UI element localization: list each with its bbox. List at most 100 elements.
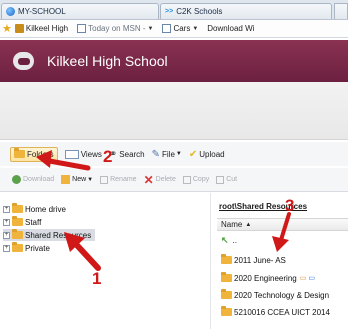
list-item-label: 5210016 CCEA UICT 2014 [234, 307, 330, 317]
tree-item-label: Home drive [25, 204, 66, 214]
upload-label: Upload [199, 149, 225, 159]
new-button[interactable]: New ▼ [61, 175, 93, 184]
favorites-bar: ★ Kilkeel High Today on MSN - ▼ Cars ▼ D… [0, 20, 348, 38]
search-label: Search [119, 149, 145, 159]
expand-icon[interactable]: + [3, 231, 10, 239]
favorites-star-icon[interactable]: ★ [2, 22, 12, 35]
download-label: Download [23, 176, 55, 183]
folders-label: Folders [27, 149, 54, 159]
chevron-down-icon: ▼ [175, 151, 182, 157]
chevron-down-icon: ▼ [192, 25, 199, 32]
browser-tab-bar: MY-SCHOOL >> C2K Schools [0, 0, 348, 20]
favorite-label: Kilkeel High [25, 24, 69, 33]
school-logo-icon [13, 52, 34, 70]
search-button[interactable]: ⚭ Search [109, 149, 145, 160]
views-button[interactable]: Views [64, 149, 102, 159]
file-label: File [162, 149, 175, 159]
rename-label: Rename [110, 176, 137, 183]
folders-button[interactable]: Folders [10, 146, 58, 162]
page-title: Kilkeel High School [47, 53, 168, 69]
favorite-kilkeel-high[interactable]: Kilkeel High [14, 24, 69, 33]
rename-icon [100, 175, 109, 184]
delete-icon: ✕ [143, 172, 154, 187]
annotation-number-2: 2 [103, 147, 113, 166]
tab-my-school[interactable]: MY-SCHOOL [1, 3, 159, 19]
list-item[interactable]: 2011 June- AS [221, 254, 286, 266]
chevron-down-icon: ▼ [87, 176, 94, 183]
header-spacer [0, 82, 348, 140]
copy-icon [182, 175, 191, 184]
delete-button[interactable]: ✕ Delete [144, 173, 176, 187]
school-icon [14, 24, 24, 33]
cut-label: Cut [226, 176, 238, 183]
sort-icon: ▲ [245, 221, 252, 228]
folder-icon [221, 254, 232, 264]
delete-label: Delete [155, 176, 176, 183]
school-banner: Kilkeel High School [0, 40, 348, 82]
tree-item-label: Staff [25, 217, 42, 227]
globe-icon [6, 7, 15, 16]
rename-button[interactable]: Rename [100, 175, 137, 184]
folder-icon [12, 242, 23, 252]
expand-icon[interactable]: + [3, 218, 10, 226]
expand-icon[interactable]: + [3, 205, 10, 213]
page-icon [77, 24, 87, 33]
tree-item-label: Private [25, 243, 50, 253]
file-menu-button[interactable]: ✎ File ▼ [152, 149, 182, 160]
copy-label: Copy [192, 176, 210, 183]
upload-icon: ✔ [188, 148, 198, 160]
favorite-label: Today on MSN - [88, 24, 146, 33]
column-header-name[interactable]: Name ▲ [217, 218, 348, 231]
list-item-label: .. [232, 235, 237, 245]
expand-icon[interactable]: + [3, 244, 10, 252]
folder-icon [221, 272, 232, 282]
main-toolbar: Folders Views ⚭ Search ✎ File ▼ ✔ Upload [0, 142, 348, 166]
scissors-icon [216, 175, 225, 184]
tab-c2k-schools[interactable]: >> C2K Schools [160, 3, 332, 19]
views-label: Views [80, 149, 102, 159]
tree-item-home-drive[interactable]: + Home drive [3, 203, 66, 215]
tree-item-shared-resources[interactable]: + Shared Resources [3, 229, 96, 241]
list-item-parent[interactable]: ↖ .. [221, 234, 237, 246]
list-item[interactable]: 5210016 CCEA UICT 2014 [221, 306, 330, 318]
tree-item-staff[interactable]: + Staff [3, 216, 41, 228]
folder-icon [12, 216, 23, 226]
action-toolbar: Download New ▼ Rename ✕ Delete Copy Cut [0, 168, 348, 192]
tab-label: MY-SCHOOL [18, 7, 66, 16]
page-icon [162, 24, 172, 33]
annotation-number-1: 1 [92, 269, 102, 288]
new-label: New [72, 176, 87, 183]
c2k-arrows-icon: >> [165, 8, 174, 15]
list-item-label: 2020 Engineering [234, 273, 297, 283]
tab-label: C2K Schools [176, 7, 223, 16]
file-icon: ✎ [151, 148, 161, 160]
list-item[interactable]: 2020 Engineering ▭ ▭ [221, 272, 315, 284]
download-button[interactable]: Download [12, 175, 54, 184]
folder-tree: + Home drive + Staff + Shared Resources … [0, 193, 211, 329]
tab-partial[interactable] [334, 3, 348, 19]
list-item[interactable]: 2020 Technology & Design [221, 289, 329, 301]
annotation-number-3: 3 [285, 196, 295, 215]
status-badge: ▭ [308, 275, 315, 282]
file-list-pane: root\Shared Resources Name ▲ ↖ .. 2011 J… [213, 193, 348, 329]
cut-button[interactable]: Cut [216, 175, 238, 184]
views-icon [64, 149, 79, 159]
favorite-cars[interactable]: Cars ▼ [162, 24, 198, 33]
folder-icon [12, 229, 23, 239]
tree-item-label: Shared Resources [25, 230, 92, 240]
up-arrow-icon: ↖ [221, 234, 229, 245]
chevron-down-icon: ▼ [147, 25, 154, 32]
download-icon [12, 175, 21, 184]
folder-icon [221, 289, 232, 299]
favorite-label: Download Wi [207, 24, 255, 33]
list-item-label: 2020 Technology & Design [234, 290, 330, 300]
upload-button[interactable]: ✔ Upload [189, 149, 225, 160]
favorite-download[interactable]: Download Wi [207, 24, 254, 33]
status-badge: ▭ [299, 275, 307, 282]
tree-item-private[interactable]: + Private [3, 242, 50, 254]
favorite-today-on-msn[interactable]: Today on MSN - ▼ [77, 24, 153, 33]
column-header-label: Name [221, 220, 243, 229]
folder-icon [12, 203, 23, 213]
folder-icon [221, 306, 232, 316]
copy-button[interactable]: Copy [182, 175, 210, 184]
